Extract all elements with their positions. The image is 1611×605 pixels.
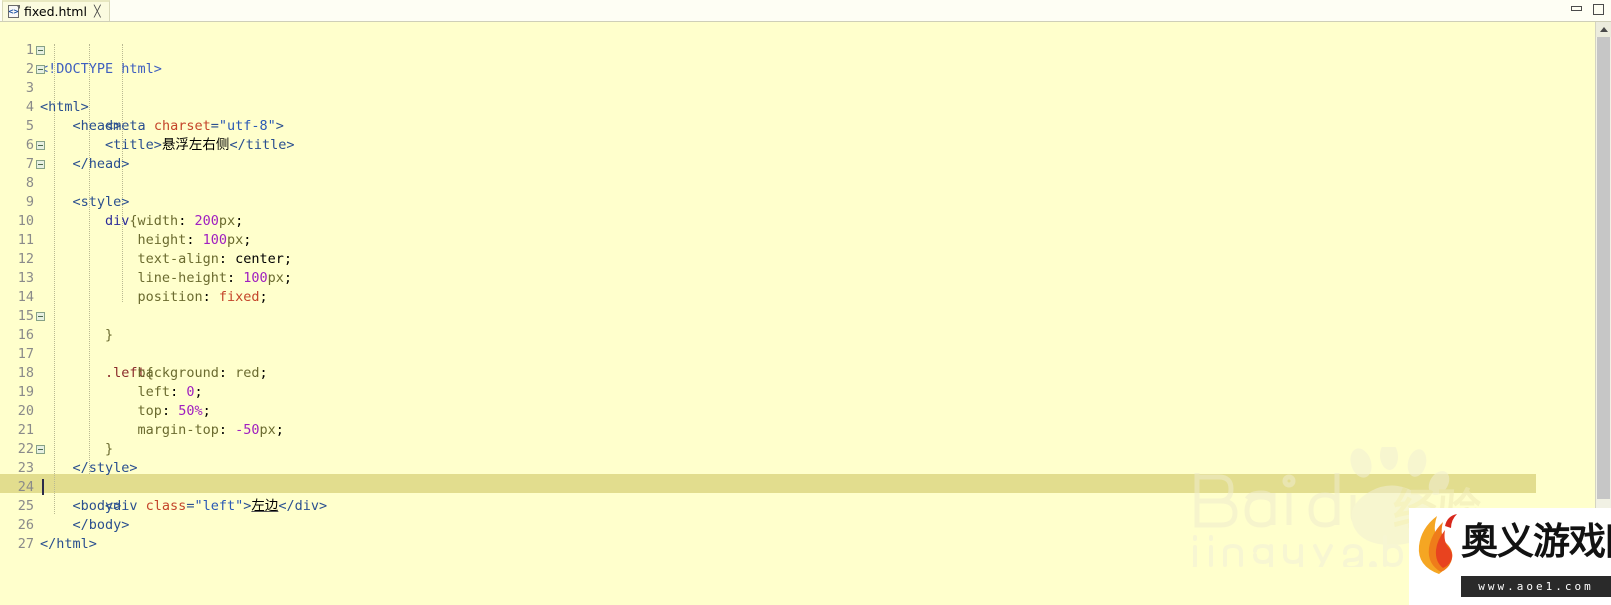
code-line: 14 bbox=[0, 269, 1536, 305]
fold-toggle-icon[interactable] bbox=[36, 65, 45, 74]
code-line: 20 margin-top: -50px; bbox=[0, 383, 1536, 438]
close-icon[interactable]: ╳ bbox=[94, 6, 101, 17]
code-line: 25 </body> bbox=[0, 478, 1536, 533]
text-caret bbox=[42, 479, 44, 495]
code-editor-area[interactable]: 1 <!DOCTYPE html> 2 <html> 3 <head> 4 <m… bbox=[0, 22, 1611, 605]
code-line: 8 div{ bbox=[0, 155, 1536, 229]
code-line: 26 </html> bbox=[0, 497, 1536, 552]
minimize-icon[interactable] bbox=[1570, 3, 1583, 16]
code-line: 22 </style> bbox=[0, 421, 1536, 476]
editor-tab-fixed-html[interactable]: <> fixed.html ╳ bbox=[2, 0, 110, 21]
code-line: 15 } bbox=[0, 288, 1536, 343]
window-controls bbox=[1570, 3, 1605, 16]
code-line: 16 .left{ bbox=[0, 307, 1536, 381]
scroll-up-arrow-icon[interactable] bbox=[1596, 22, 1611, 37]
line-number: 27 bbox=[17, 536, 34, 552]
fold-toggle-icon[interactable] bbox=[36, 141, 45, 150]
code-line: 10 height: 100px; bbox=[0, 193, 1536, 248]
html-file-icon: <> bbox=[8, 4, 20, 18]
code-line: 5 <title>悬浮左右侧</title> bbox=[0, 98, 1536, 153]
code-line: 1 <!DOCTYPE html> bbox=[0, 22, 1536, 77]
code-line: 18 left: 0; bbox=[0, 345, 1536, 400]
scrollbar-thumb[interactable] bbox=[1597, 37, 1610, 499]
code-line: 13 position: fixed; bbox=[0, 250, 1536, 305]
aoe-logo-url: www.aoe1.com bbox=[1461, 576, 1611, 597]
fold-toggle-icon[interactable] bbox=[36, 160, 45, 169]
aoe-site-logo-watermark: 奧义游戏网 www.aoe1.com bbox=[1409, 508, 1611, 605]
code-line: 23 <body> bbox=[0, 440, 1536, 514]
code-line: 6 </head> bbox=[0, 117, 1536, 172]
aoe-logo-text: 奧义游戏网 bbox=[1461, 520, 1611, 563]
code-line: 17 background: red; bbox=[0, 326, 1536, 381]
code-line: 12 line-height: 100px; bbox=[0, 231, 1536, 286]
code-line: 3 <head> bbox=[0, 60, 1536, 134]
code-line: 27 bbox=[0, 516, 1536, 552]
fold-toggle-icon[interactable] bbox=[36, 46, 45, 55]
fold-toggle-icon[interactable] bbox=[36, 312, 45, 321]
fold-toggle-icon[interactable] bbox=[36, 445, 45, 454]
code-line: 7 <style> bbox=[0, 136, 1536, 210]
editor-tab-label: fixed.html bbox=[24, 4, 87, 19]
code-line: 2 <html> bbox=[0, 41, 1536, 115]
code-line: 9 width: 200px; bbox=[0, 174, 1536, 229]
code-line: 24 <div class="left">左边</div> bbox=[0, 459, 1536, 514]
code-line: 19 top: 50%; bbox=[0, 364, 1536, 419]
code-line: 11 text-align: center; bbox=[0, 212, 1536, 267]
eclipse-editor-window: <> fixed.html ╳ 1 <!DOCTYPE html> 2 <htm… bbox=[0, 0, 1611, 605]
editor-tab-bar: <> fixed.html ╳ bbox=[0, 0, 1611, 22]
code-line: 4 <meta charset="utf-8"> bbox=[0, 79, 1536, 134]
code-line: 21 } bbox=[0, 402, 1536, 457]
phoenix-flame-icon bbox=[1418, 514, 1457, 574]
maximize-restore-icon[interactable] bbox=[1592, 3, 1605, 16]
